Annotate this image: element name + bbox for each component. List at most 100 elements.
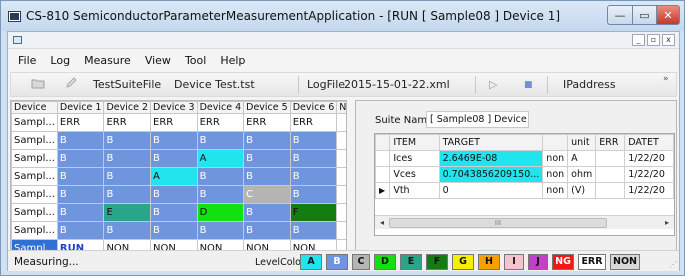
table-row[interactable]: Sampl... B B B B B B [11,221,346,240]
device-cell[interactable]: B [103,149,152,168]
device-cell[interactable]: B [150,203,198,222]
level-color-chip[interactable]: NG [552,254,574,270]
row-selector-icon[interactable] [375,150,391,167]
item-cell-flag[interactable]: non [542,150,569,167]
stop-icon[interactable]: ■ [524,80,533,90]
device-cell[interactable]: B [103,221,152,240]
device-cell[interactable]: ERR [289,113,338,132]
play-icon[interactable]: ▷ [489,78,497,91]
menu-view[interactable]: View [145,54,171,67]
note-cell[interactable] [336,203,346,222]
row-selector-icon[interactable] [375,166,391,183]
level-color-chip[interactable]: ERR [578,254,606,270]
device-cell[interactable]: B [289,221,338,240]
device-cell[interactable]: B [196,167,245,186]
device-cell[interactable]: B [289,149,338,168]
device-cell[interactable]: B [243,167,291,186]
scroll-right-arrow-icon[interactable]: ▸ [661,217,673,228]
item-cell-err[interactable] [595,150,626,167]
title-bar[interactable]: CS-810 SemiconductorParameterMeasurement… [1,1,684,31]
note-cell[interactable] [336,185,346,204]
note-cell[interactable] [336,113,346,132]
device-cell[interactable]: B [243,131,291,150]
table-row[interactable]: ▶ Vth 0 non (V) 1/22/20 [375,182,674,199]
menu-tool[interactable]: Tool [185,54,206,67]
item-cell-flag[interactable]: non [542,182,569,199]
device-cell[interactable]: F [289,203,338,222]
suite-name-field[interactable]: [ Sample08 ] Device 1 [426,111,529,128]
note-cell[interactable] [336,149,346,168]
device-cell[interactable]: B [243,149,291,168]
menu-help[interactable]: Help [220,54,245,67]
table-row[interactable]: Sampl... B B B A B B [11,149,346,168]
item-cell-unit[interactable]: ohm [567,166,597,183]
level-color-chip[interactable]: B [326,254,348,270]
app-icon[interactable] [8,11,21,22]
open-folder-icon[interactable] [31,77,45,92]
item-column-header[interactable]: ITEM [389,134,440,151]
note-cell[interactable] [336,131,346,150]
scroll-left-arrow-icon[interactable]: ◂ [376,217,388,228]
column-header[interactable]: Device 2 [103,101,152,114]
column-header[interactable]: NOTE [336,101,346,114]
item-cell-unit[interactable]: A [567,150,597,167]
item-cell-flag[interactable]: non [542,166,569,183]
device-cell[interactable]: B [103,131,152,150]
device-cell[interactable]: B [56,203,105,222]
mdi-restore-button[interactable]: ▫ [647,34,660,46]
row-selector-icon[interactable]: ▶ [375,182,391,199]
item-cell-err[interactable] [595,182,626,199]
level-color-chip[interactable]: NON [610,254,640,270]
row-label[interactable]: Sampl... [11,221,58,240]
level-color-chip[interactable]: C [352,254,370,270]
item-cell-item[interactable]: Vces [389,166,440,183]
table-row[interactable]: Sampl... B E B D B F [11,203,346,222]
device-cell[interactable]: B [56,167,105,186]
row-label[interactable]: Sampl... [11,131,58,150]
level-color-chip[interactable]: E [400,254,422,270]
note-cell[interactable] [336,221,346,240]
edit-pencil-icon[interactable] [65,77,77,92]
level-color-chip[interactable]: J [528,254,548,270]
device-cell[interactable]: A [196,149,245,168]
device-cell[interactable]: D [196,203,245,222]
item-column-header[interactable]: DATET [624,134,674,151]
table-row[interactable]: Ices 2.6469E-08 non A 1/22/20 [375,150,674,167]
device-cell[interactable]: ERR [56,113,105,132]
table-row[interactable]: Vces 0.7043856209150... non ohm 1/22/20 [375,166,674,183]
device-cell[interactable]: B [103,167,152,186]
device-cell[interactable]: B [103,185,152,204]
column-header[interactable]: Device 5 [243,101,291,114]
device-cell[interactable]: B [150,221,198,240]
menu-log[interactable]: Log [50,54,70,67]
device-cell[interactable]: B [150,131,198,150]
item-cell-date[interactable]: 1/22/20 [624,182,674,199]
table-row[interactable]: Sampl... B B A B B B [11,167,346,186]
table-row[interactable]: Sampl... ERR ERR ERR ERR ERR ERR [11,113,346,132]
item-cell-target[interactable]: 0 [438,182,544,199]
minimize-button[interactable]: — [607,5,633,25]
row-label[interactable]: Sampl... [11,113,58,132]
level-color-chip[interactable]: I [504,254,524,270]
item-column-header[interactable]: ERR [595,134,626,151]
column-header[interactable]: Device 4 [196,101,245,114]
level-color-chip[interactable]: H [478,254,500,270]
device-cell[interactable]: B [150,149,198,168]
item-column-header[interactable] [542,134,569,151]
maximize-button[interactable]: ▭ [632,5,657,25]
level-color-chip[interactable]: D [374,254,396,270]
device-cell[interactable]: A [150,167,198,186]
level-color-chip[interactable]: G [452,254,474,270]
item-cell-unit[interactable]: (V) [567,182,597,199]
device-cell[interactable]: C [243,185,291,204]
device-cell[interactable]: ERR [243,113,291,132]
column-header[interactable]: Device 3 [150,101,198,114]
close-button[interactable]: ✕ [656,5,680,25]
device-cell[interactable]: ERR [196,113,245,132]
row-label[interactable]: Sampl... [11,185,58,204]
item-cell-target[interactable]: 0.7043856209150... [438,166,544,183]
item-column-header[interactable]: TARGET [438,134,544,151]
mdi-close-button[interactable]: x [662,34,675,46]
device-cell[interactable]: B [56,221,105,240]
logfile-field[interactable]: 2015-15-01-22.xml [341,78,453,91]
